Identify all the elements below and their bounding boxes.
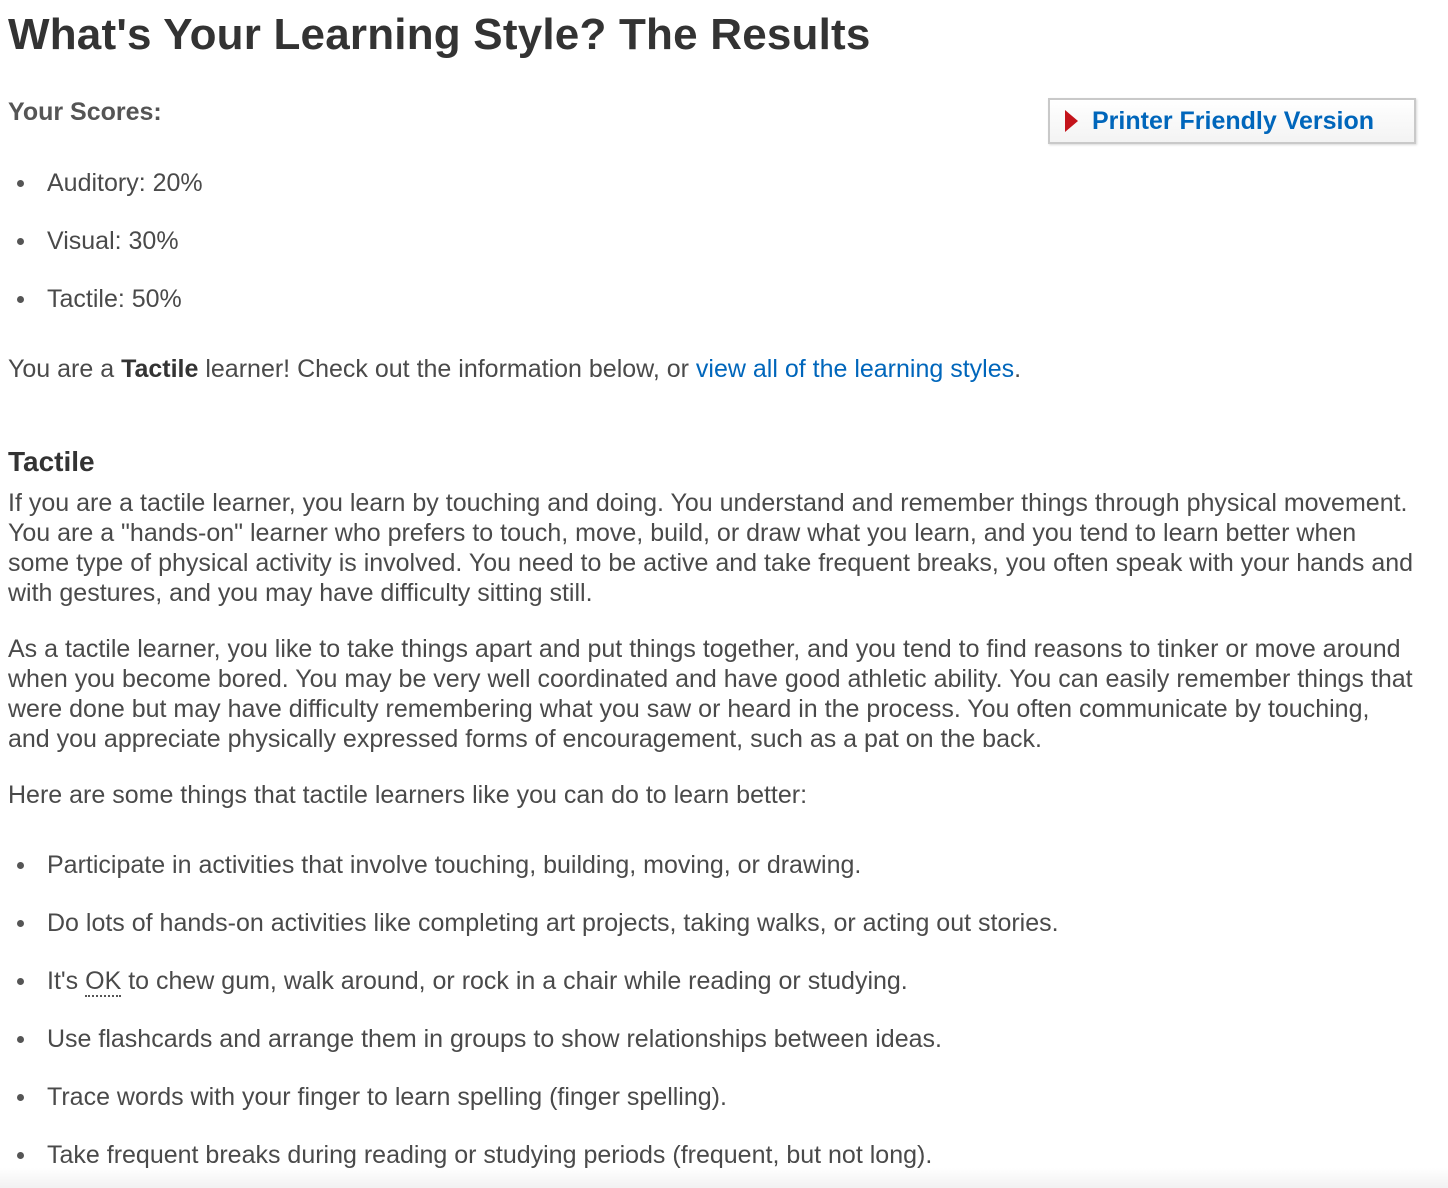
paragraph-description: If you are a tactile learner, you learn …: [8, 489, 1414, 607]
tip-text-post: to chew gum, walk around, or rock in a c…: [121, 967, 908, 995]
result-statement: You are a Tactile learner! Check out the…: [8, 354, 1021, 384]
tip-text-pre: It's: [47, 967, 86, 995]
section-title: Tactile: [8, 446, 95, 477]
bullet-icon: [17, 180, 24, 187]
bullet-icon: [17, 1036, 24, 1043]
bullet-icon: [17, 1094, 24, 1101]
tip-text: It's OK to chew gum, walk around, or roc…: [47, 966, 908, 997]
printer-friendly-label: Printer Friendly Version: [1092, 106, 1375, 135]
tip-text: Participate in activities that involve t…: [47, 851, 862, 879]
ok-abbreviation: OK: [85, 967, 122, 997]
bullet-icon: [17, 862, 24, 869]
paragraph-traits: As a tactile learner, you like to take t…: [8, 635, 1413, 753]
bullet-icon: [17, 296, 24, 303]
page-title: What's Your Learning Style? The Results: [8, 10, 871, 59]
score-text: Auditory: 20%: [47, 169, 203, 197]
bullet-icon: [17, 238, 24, 245]
play-arrow-icon: [1065, 110, 1078, 132]
score-text: Tactile: 50%: [47, 285, 182, 313]
bottom-fade: [0, 1168, 1448, 1188]
tip-text: Do lots of hands-on activities like comp…: [47, 909, 1059, 937]
result-end: .: [1014, 355, 1022, 383]
tip-text: Take frequent breaks during reading or s…: [47, 1141, 933, 1169]
result-style: Tactile: [121, 355, 199, 383]
tip-text: Trace words with your finger to learn sp…: [47, 1083, 727, 1111]
tips-intro: Here are some things that tactile learne…: [8, 781, 808, 809]
scores-label: Your Scores:: [8, 98, 162, 126]
result-prefix: You are a: [8, 355, 122, 383]
printer-friendly-button[interactable]: Printer Friendly Version: [1048, 98, 1416, 144]
tip-text: Use flashcards and arrange them in group…: [47, 1025, 942, 1053]
result-suffix: learner! Check out the information below…: [198, 355, 696, 383]
score-text: Visual: 30%: [47, 227, 179, 255]
view-all-styles-link[interactable]: view all of the learning styles: [696, 355, 1014, 383]
bullet-icon: [17, 978, 24, 985]
bullet-icon: [17, 1152, 24, 1159]
bullet-icon: [17, 920, 24, 927]
